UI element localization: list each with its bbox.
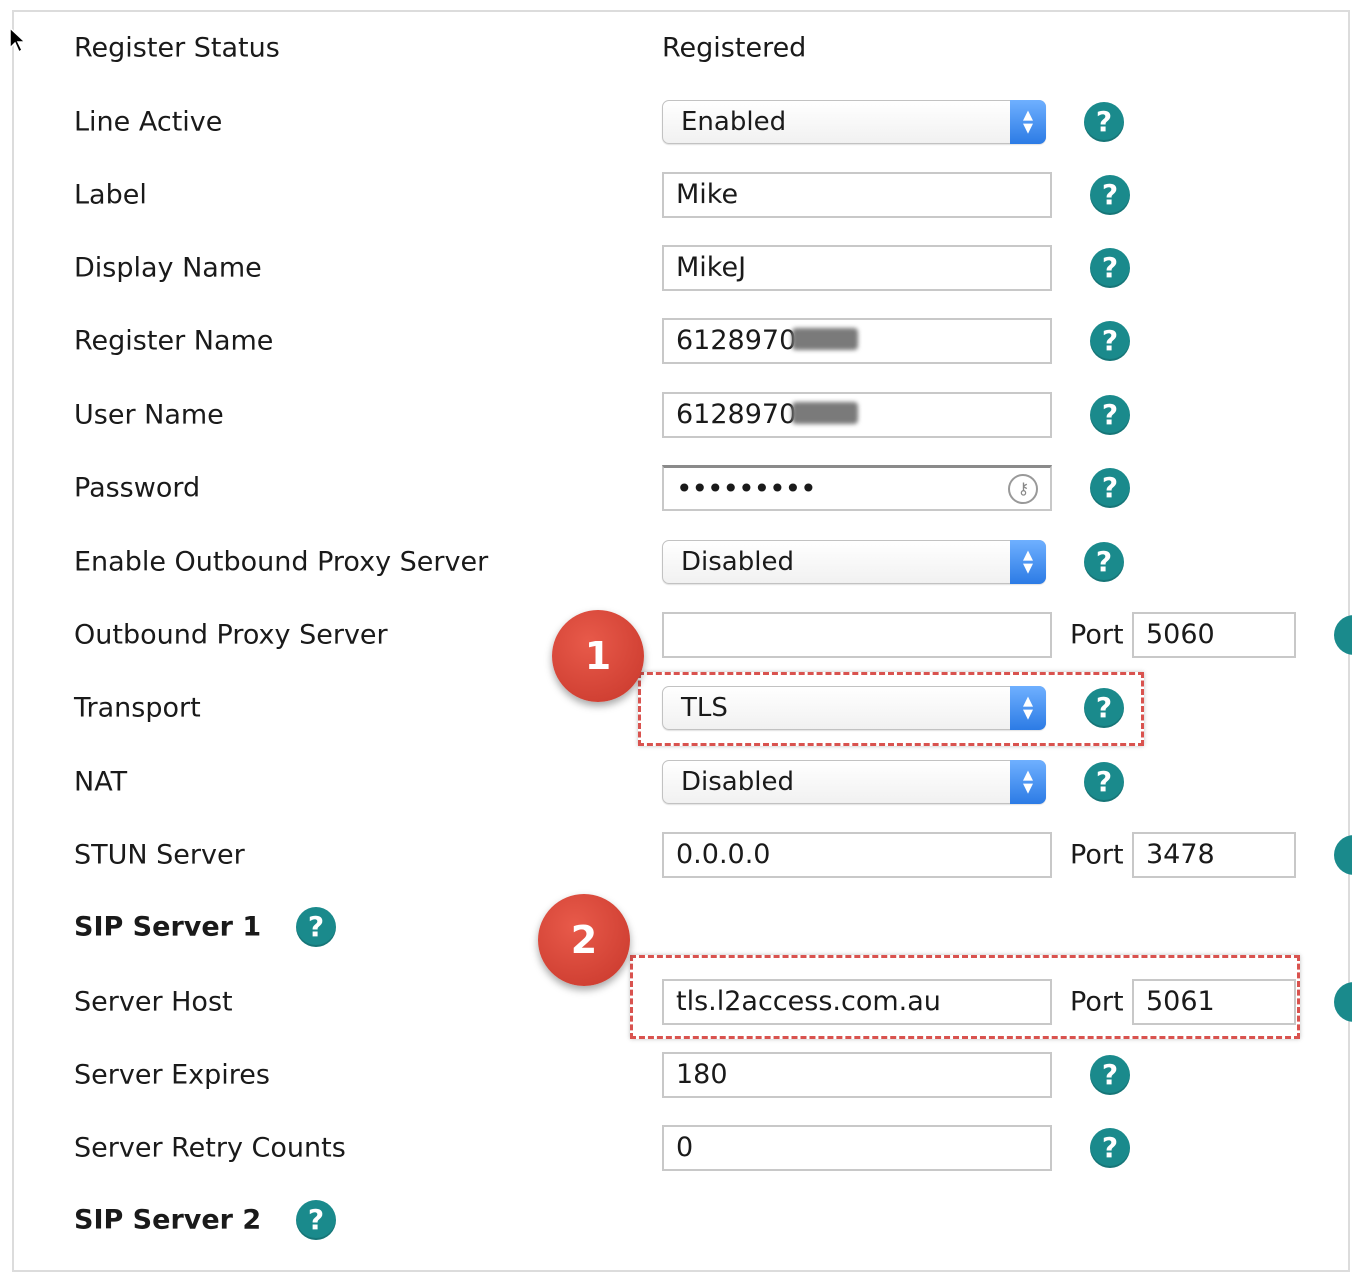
row-outbound-proxy-server: Outbound Proxy Server Port 5060 bbox=[0, 605, 1352, 665]
enable-outbound-proxy-label: Enable Outbound Proxy Server bbox=[74, 546, 489, 578]
help-icon[interactable]: ? bbox=[1090, 175, 1130, 215]
help-icon[interactable]: ? bbox=[1090, 248, 1130, 288]
row-password: Password ••••••••• ⚷ ? bbox=[0, 458, 1352, 518]
select-arrows-icon: ▲ ▼ bbox=[1010, 540, 1046, 584]
row-enable-outbound-proxy: Enable Outbound Proxy Server Disabled ▲ ▼… bbox=[0, 532, 1352, 592]
callout-2-badge: 2 bbox=[538, 894, 630, 986]
register-name-input[interactable]: 6128970 bbox=[662, 318, 1052, 364]
label-input[interactable]: Mike bbox=[662, 172, 1052, 218]
outbound-proxy-port-input[interactable]: 5060 bbox=[1132, 612, 1296, 658]
redaction-blur bbox=[792, 401, 859, 424]
row-register-name: Register Name 6128970 ? bbox=[0, 311, 1352, 371]
transport-label: Transport bbox=[74, 692, 201, 724]
register-name-value: 6128970 bbox=[676, 325, 797, 356]
help-icon[interactable]: ? bbox=[296, 907, 336, 947]
section-sip-server-2: SIP Server 2 ? bbox=[0, 1190, 1352, 1250]
help-icon[interactable] bbox=[1334, 615, 1352, 655]
enable-outbound-proxy-select[interactable]: Disabled ▲ ▼ bbox=[662, 540, 1046, 584]
user-name-input[interactable]: 6128970 bbox=[662, 392, 1052, 438]
nat-selected: Disabled bbox=[681, 767, 794, 797]
port-label: Port bbox=[1070, 619, 1124, 651]
password-manager-icon[interactable]: ⚷ bbox=[1008, 473, 1038, 504]
line-active-selected: Enabled bbox=[681, 107, 787, 137]
help-icon[interactable] bbox=[1334, 982, 1352, 1022]
outbound-proxy-server-input[interactable] bbox=[662, 612, 1052, 658]
row-display-name: Display Name MikeJ ? bbox=[0, 238, 1352, 298]
register-name-label: Register Name bbox=[74, 325, 274, 357]
help-icon[interactable]: ? bbox=[1084, 762, 1124, 802]
row-server-retry-counts: Server Retry Counts 0 ? bbox=[0, 1118, 1352, 1178]
stun-server-label: STUN Server bbox=[74, 839, 245, 871]
sip-server-1-heading: SIP Server 1 bbox=[74, 911, 262, 943]
display-name-input[interactable]: MikeJ bbox=[662, 245, 1052, 291]
help-icon[interactable]: ? bbox=[296, 1200, 336, 1240]
password-label: Password bbox=[74, 472, 201, 504]
server-retry-counts-label: Server Retry Counts bbox=[74, 1132, 346, 1164]
row-user-name: User Name 6128970 ? bbox=[0, 385, 1352, 445]
help-icon[interactable]: ? bbox=[1090, 1128, 1130, 1168]
row-line-active: Line Active Enabled ▲ ▼ ? bbox=[0, 92, 1352, 152]
outbound-proxy-server-label: Outbound Proxy Server bbox=[74, 619, 388, 651]
help-icon[interactable]: ? bbox=[1090, 468, 1130, 508]
redaction-blur bbox=[792, 327, 859, 350]
callout-1-badge: 1 bbox=[552, 610, 644, 702]
help-icon[interactable]: ? bbox=[1090, 1055, 1130, 1095]
port-label: Port bbox=[1070, 839, 1124, 871]
enable-outbound-proxy-selected: Disabled bbox=[681, 547, 794, 577]
help-icon[interactable]: ? bbox=[1084, 102, 1124, 142]
display-name-label: Display Name bbox=[74, 252, 262, 284]
password-input[interactable]: ••••••••• ⚷ bbox=[662, 465, 1052, 511]
row-label: Label Mike ? bbox=[0, 165, 1352, 225]
select-arrows-icon: ▲ ▼ bbox=[1010, 100, 1046, 144]
register-status-value: Registered bbox=[662, 32, 807, 64]
row-nat: NAT Disabled ▲ ▼ ? bbox=[0, 752, 1352, 812]
sip-server-2-heading: SIP Server 2 bbox=[74, 1204, 262, 1236]
line-active-select[interactable]: Enabled ▲ ▼ bbox=[662, 100, 1046, 144]
server-retry-counts-input[interactable]: 0 bbox=[662, 1125, 1052, 1171]
row-register-status: Register Status Registered bbox=[0, 18, 1352, 78]
server-host-label: Server Host bbox=[74, 986, 233, 1018]
server-expires-input[interactable]: 180 bbox=[662, 1052, 1052, 1098]
help-icon[interactable]: ? bbox=[1090, 321, 1130, 361]
register-status-label: Register Status bbox=[74, 32, 280, 64]
nat-label: NAT bbox=[74, 766, 128, 798]
label-label: Label bbox=[74, 179, 147, 211]
row-server-expires: Server Expires 180 ? bbox=[0, 1045, 1352, 1105]
user-name-label: User Name bbox=[74, 399, 224, 431]
help-icon[interactable] bbox=[1334, 835, 1352, 875]
password-value: ••••••••• bbox=[676, 472, 817, 505]
transport-highlight-box bbox=[638, 672, 1144, 746]
server-host-highlight-box bbox=[630, 955, 1300, 1039]
section-sip-server-1: SIP Server 1 ? bbox=[0, 897, 1352, 957]
help-icon[interactable]: ? bbox=[1090, 395, 1130, 435]
stun-server-input[interactable]: 0.0.0.0 bbox=[662, 832, 1052, 878]
stun-port-input[interactable]: 3478 bbox=[1132, 832, 1296, 878]
row-stun-server: STUN Server 0.0.0.0 Port 3478 bbox=[0, 825, 1352, 885]
nat-select[interactable]: Disabled ▲ ▼ bbox=[662, 760, 1046, 804]
user-name-value: 6128970 bbox=[676, 399, 797, 430]
help-icon[interactable]: ? bbox=[1084, 542, 1124, 582]
server-expires-label: Server Expires bbox=[74, 1059, 270, 1091]
select-arrows-icon: ▲ ▼ bbox=[1010, 760, 1046, 804]
line-active-label: Line Active bbox=[74, 106, 223, 138]
